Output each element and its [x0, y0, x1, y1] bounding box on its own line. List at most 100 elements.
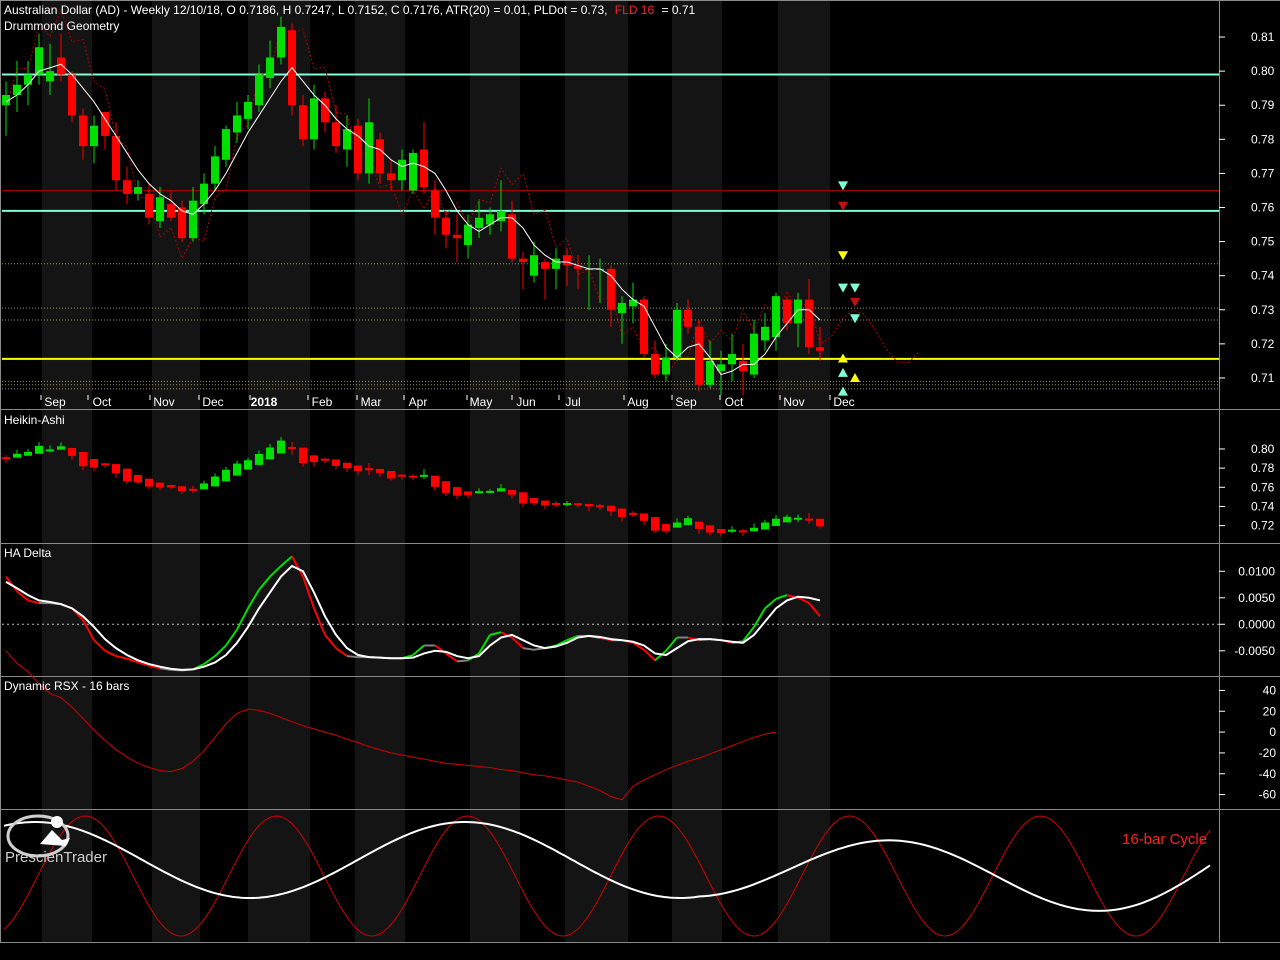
ha-body	[376, 468, 384, 474]
ha-body	[574, 503, 582, 506]
candle-body	[563, 255, 571, 266]
rsx-tick-label: 20	[1263, 704, 1277, 718]
candle-body	[816, 347, 824, 351]
ha-body	[695, 521, 703, 529]
month-tick-label: Oct	[93, 395, 112, 409]
price-tick-label: 0.75	[1251, 235, 1275, 249]
ha-body	[673, 522, 681, 528]
candle-body	[354, 125, 362, 174]
ha-body	[585, 504, 593, 507]
ha-body	[651, 517, 659, 531]
ha-body	[739, 530, 747, 533]
instrument-summary: Australian Dollar (AD) - Weekly 12/10/18…	[4, 3, 607, 17]
month-band	[672, 0, 722, 942]
ha-tick-label: 0.78	[1251, 461, 1275, 475]
ha-body	[717, 528, 725, 534]
ha-body	[244, 460, 252, 470]
ha-tick-label: 0.74	[1251, 499, 1275, 513]
candle-body	[57, 57, 65, 75]
ha-body	[475, 491, 483, 494]
ha-body	[365, 468, 373, 471]
candle-body	[387, 173, 395, 181]
candle-body	[530, 255, 538, 276]
candle-body	[409, 152, 417, 191]
month-tick-label: Dec	[202, 395, 223, 409]
ha-body	[310, 455, 318, 463]
ha-body	[233, 463, 241, 476]
ha-body	[321, 458, 329, 461]
candle-body	[255, 74, 263, 106]
candle-body	[794, 299, 802, 324]
ha-body	[332, 459, 340, 466]
panel-title-rsx: Dynamic RSX - 16 bars	[4, 679, 129, 693]
candle-body	[607, 268, 615, 310]
ha-body	[46, 449, 54, 452]
candle-body	[629, 299, 637, 307]
month-tick-label: Aug	[627, 395, 648, 409]
ha-body	[706, 525, 714, 533]
ha-body	[640, 513, 648, 521]
candle-body	[728, 354, 736, 365]
fld-value: = 0.71	[662, 3, 696, 17]
ha-body	[662, 523, 670, 532]
ha-body	[618, 508, 626, 518]
price-tick-label: 0.78	[1251, 132, 1275, 146]
candle-body	[640, 299, 648, 355]
panel-title-heikin: Heikin-Ashi	[4, 413, 65, 427]
month-tick-label: Feb	[312, 395, 333, 409]
panel-title-main: Drummond Geometry	[4, 19, 119, 33]
candle-body	[673, 309, 681, 358]
candle-body	[266, 57, 274, 78]
fld-label: FLD 16	[615, 3, 655, 17]
ha-body	[761, 522, 769, 530]
candle-body	[90, 125, 98, 147]
ha-body	[211, 476, 219, 487]
candle-body	[805, 299, 813, 348]
hd-tick-label: 0.0000	[1238, 617, 1275, 631]
ha-delta-segment	[346, 655, 359, 659]
candle-body	[167, 204, 175, 218]
price-tick-label: 0.71	[1251, 371, 1275, 385]
ha-body	[409, 475, 417, 478]
cycle-label: 16-bar Cycle	[1122, 831, 1207, 848]
candle-body	[541, 262, 549, 269]
ha-body	[563, 503, 571, 506]
ha-body	[431, 475, 439, 487]
ha-body	[167, 485, 175, 488]
ha-body	[607, 505, 615, 512]
price-tick-label: 0.73	[1251, 303, 1275, 317]
candle-body	[475, 217, 483, 228]
candle-body	[233, 115, 241, 133]
price-tick-label: 0.74	[1251, 269, 1275, 283]
candle-body	[156, 197, 164, 222]
candle-body	[145, 193, 153, 218]
candle-body	[695, 326, 703, 385]
ha-body	[387, 471, 395, 479]
ha-body	[68, 447, 76, 456]
candle-body	[365, 122, 373, 174]
ha-body	[145, 478, 153, 487]
candle-body	[112, 135, 120, 181]
ha-body	[552, 503, 560, 506]
ha-body	[299, 447, 307, 464]
ha-body	[134, 474, 142, 483]
month-band	[248, 0, 310, 942]
ha-body	[772, 518, 780, 527]
ha-body	[123, 468, 131, 482]
chart-canvas: 0.81 0.80 0.79 0.78 0.77 0.76 0.75 0.74 0.73 0.72…	[0, 0, 1280, 960]
candle-body	[662, 357, 670, 375]
candle-body	[68, 74, 76, 116]
ha-body	[464, 491, 472, 496]
month-tick-label: Dec	[833, 395, 854, 409]
month-band	[152, 0, 200, 942]
ha-body	[2, 457, 10, 460]
candle-body	[519, 258, 527, 263]
ha-body	[684, 518, 692, 526]
ha-body	[728, 529, 736, 532]
candle-body	[343, 129, 351, 150]
rsx-tick-label: 0	[1269, 725, 1276, 739]
candle-body	[134, 187, 142, 194]
ha-body	[816, 518, 824, 527]
ha-body	[805, 518, 813, 521]
price-tick-label: 0.81	[1251, 30, 1275, 44]
